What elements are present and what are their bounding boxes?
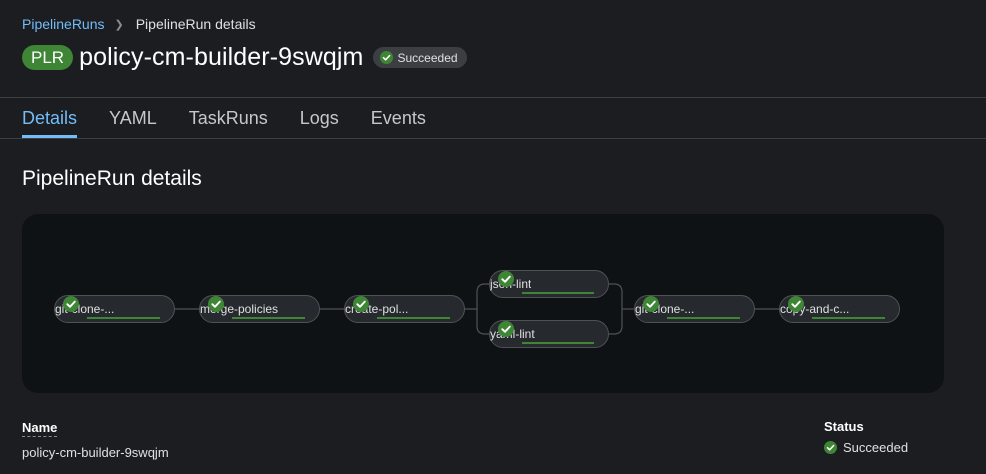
- task-progress-bar: [522, 292, 594, 294]
- tab-bar: Details YAML TaskRuns Logs Events: [22, 98, 458, 138]
- task-node[interactable]: git-clone-...: [54, 295, 175, 323]
- task-progress-bar: [667, 317, 740, 319]
- status-badge: Succeeded: [372, 47, 467, 68]
- resource-type-badge: PLR: [22, 45, 74, 70]
- check-circle-icon: [63, 296, 79, 312]
- check-circle-icon: [498, 271, 514, 287]
- task-node[interactable]: git-clone-...: [634, 295, 755, 323]
- check-circle-icon: [643, 296, 659, 312]
- check-circle-icon: [379, 51, 393, 64]
- name-value: policy-cm-builder-9swqjm: [22, 445, 169, 460]
- status-label: Status: [824, 419, 864, 434]
- task-progress-bar: [87, 317, 160, 319]
- task-node[interactable]: yaml-lint: [489, 320, 609, 348]
- name-label[interactable]: Name: [22, 420, 58, 437]
- breadcrumb-pipelineruns-link[interactable]: PipelineRuns: [22, 16, 105, 32]
- pipeline-graph: git-clone-... merge-policies create-pol.…: [22, 214, 944, 393]
- task-node[interactable]: create-pol...: [344, 295, 465, 323]
- tab-yaml[interactable]: YAML: [109, 98, 157, 138]
- status-value-text: Succeeded: [843, 440, 909, 455]
- task-node[interactable]: merge-policies: [199, 295, 320, 323]
- chevron-right-icon: ❯: [114, 18, 124, 31]
- title-row: PLR policy-cm-builder-9swqjm Succeeded: [22, 43, 467, 72]
- check-circle-icon: [208, 296, 224, 312]
- task-node[interactable]: copy-and-c...: [779, 295, 900, 323]
- status-value: Succeeded: [824, 440, 908, 455]
- task-node[interactable]: json-lint: [489, 270, 609, 298]
- task-progress-bar: [522, 342, 594, 344]
- tab-taskruns[interactable]: TaskRuns: [189, 98, 268, 138]
- task-progress-bar: [232, 317, 305, 319]
- section-title: PipelineRun details: [22, 167, 202, 190]
- check-circle-icon: [788, 296, 804, 312]
- status-badge-text: Succeeded: [397, 50, 458, 65]
- task-progress-bar: [812, 317, 885, 319]
- tab-logs[interactable]: Logs: [300, 98, 339, 138]
- breadcrumb: PipelineRuns ❯ PipelineRun details: [22, 16, 256, 32]
- page-title: policy-cm-builder-9swqjm: [79, 43, 364, 71]
- check-circle-icon: [824, 441, 837, 454]
- breadcrumb-current: PipelineRun details: [135, 16, 256, 32]
- check-circle-icon: [498, 321, 514, 337]
- task-progress-bar: [377, 317, 450, 319]
- tab-details[interactable]: Details: [22, 98, 78, 138]
- divider: [0, 138, 986, 139]
- check-circle-icon: [353, 296, 369, 312]
- tab-events[interactable]: Events: [371, 98, 426, 138]
